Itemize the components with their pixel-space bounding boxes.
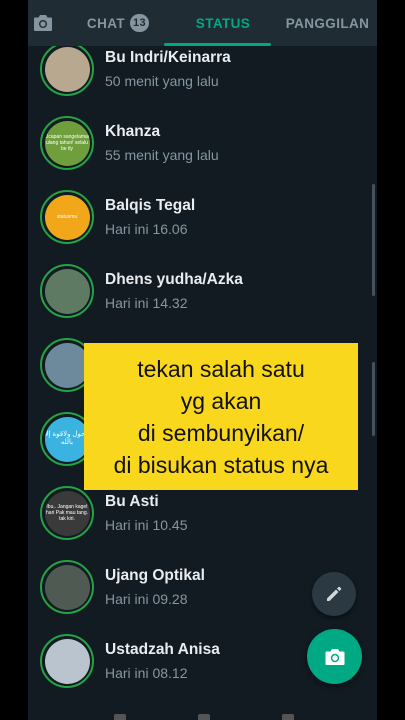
- status-row[interactable]: statusmu Balqis Tegal Hari ini 16.06: [28, 180, 377, 254]
- status-time: Hari ini 09.28: [105, 591, 188, 607]
- camera-icon: [325, 648, 344, 665]
- status-ring: Ucapan sangelamat ulang tahun! selalu be…: [40, 116, 94, 170]
- status-row[interactable]: Bu Indri/Keinarra 50 menit yang lalu: [28, 46, 377, 106]
- camera-status-button[interactable]: [307, 629, 362, 684]
- contact-name: Balqis Tegal: [105, 197, 196, 214]
- avatar: لاحول ولاقوة إلا بالله: [44, 416, 90, 462]
- tab-chat-label: CHAT: [86, 15, 126, 31]
- avatar: Ibu.. Jangan kaget hari Pak mau tang. ta…: [44, 490, 90, 536]
- status-ring: [40, 634, 94, 688]
- camera-tab[interactable]: [28, 0, 58, 46]
- nav-back-button[interactable]: [282, 714, 294, 720]
- pencil-icon: [327, 586, 342, 601]
- status-ring: [40, 264, 94, 318]
- status-ring: [40, 560, 94, 614]
- status-time: Hari ini 10.45: [105, 517, 188, 533]
- status-row[interactable]: Ucapan sangelamat ulang tahun! selalu be…: [28, 106, 377, 180]
- tab-chat[interactable]: CHAT 13: [68, 0, 168, 46]
- status-row[interactable]: Dhens yudha/Azka Hari ini 14.32: [28, 254, 377, 328]
- avatar: [44, 46, 90, 92]
- camera-icon: [34, 15, 52, 31]
- avatar: [44, 268, 90, 314]
- avatar: statusmu: [44, 194, 90, 240]
- nav-recents-button[interactable]: [114, 714, 126, 720]
- edit-text-status-button[interactable]: [312, 572, 356, 616]
- status-ring: [40, 46, 94, 96]
- avatar: Ucapan sangelamat ulang tahun! selalu be…: [44, 120, 90, 166]
- nav-home-button[interactable]: [198, 714, 210, 720]
- caption-line: di sembunyikan/: [137, 419, 305, 446]
- caption-line: tekan salah satu: [137, 355, 305, 382]
- status-time: Hari ini 08.12: [105, 665, 188, 681]
- status-time: Hari ini 16.06: [105, 221, 188, 237]
- contact-name: Ustadzah Anisa: [105, 641, 220, 658]
- unread-badge: 13: [130, 14, 150, 32]
- status-time: 55 menit yang lalu: [105, 147, 219, 163]
- caption-line: yg akan: [180, 387, 262, 414]
- contact-name: Ujang Optikal: [105, 567, 205, 584]
- scrollbar[interactable]: [372, 362, 375, 436]
- caption-line: di bisukan status nya: [113, 451, 329, 478]
- avatar: [44, 638, 90, 684]
- contact-name: Khanza: [105, 123, 161, 140]
- tab-calls-label: PANGGILAN: [285, 15, 370, 31]
- avatar: [44, 342, 90, 388]
- tab-calls[interactable]: PANGGILAN: [278, 0, 377, 46]
- tab-status-label: STATUS: [195, 15, 251, 31]
- contact-name: Bu Asti: [105, 493, 159, 510]
- contact-name: Bu Indri/Keinarra: [105, 49, 231, 66]
- status-time: Hari ini 14.32: [105, 295, 188, 311]
- avatar: [44, 564, 90, 610]
- status-time: 50 menit yang lalu: [105, 73, 219, 89]
- contact-name: Dhens yudha/Azka: [105, 271, 243, 288]
- top-tab-bar: CHAT 13 STATUS PANGGILAN: [28, 0, 377, 46]
- scrollbar[interactable]: [372, 184, 375, 296]
- status-ring: statusmu: [40, 190, 94, 244]
- tab-status[interactable]: STATUS: [173, 0, 273, 46]
- status-ring: Ibu.. Jangan kaget hari Pak mau tang. ta…: [40, 486, 94, 540]
- caption-overlay: tekan salah satu yg akan di sembunyikan/…: [84, 343, 358, 490]
